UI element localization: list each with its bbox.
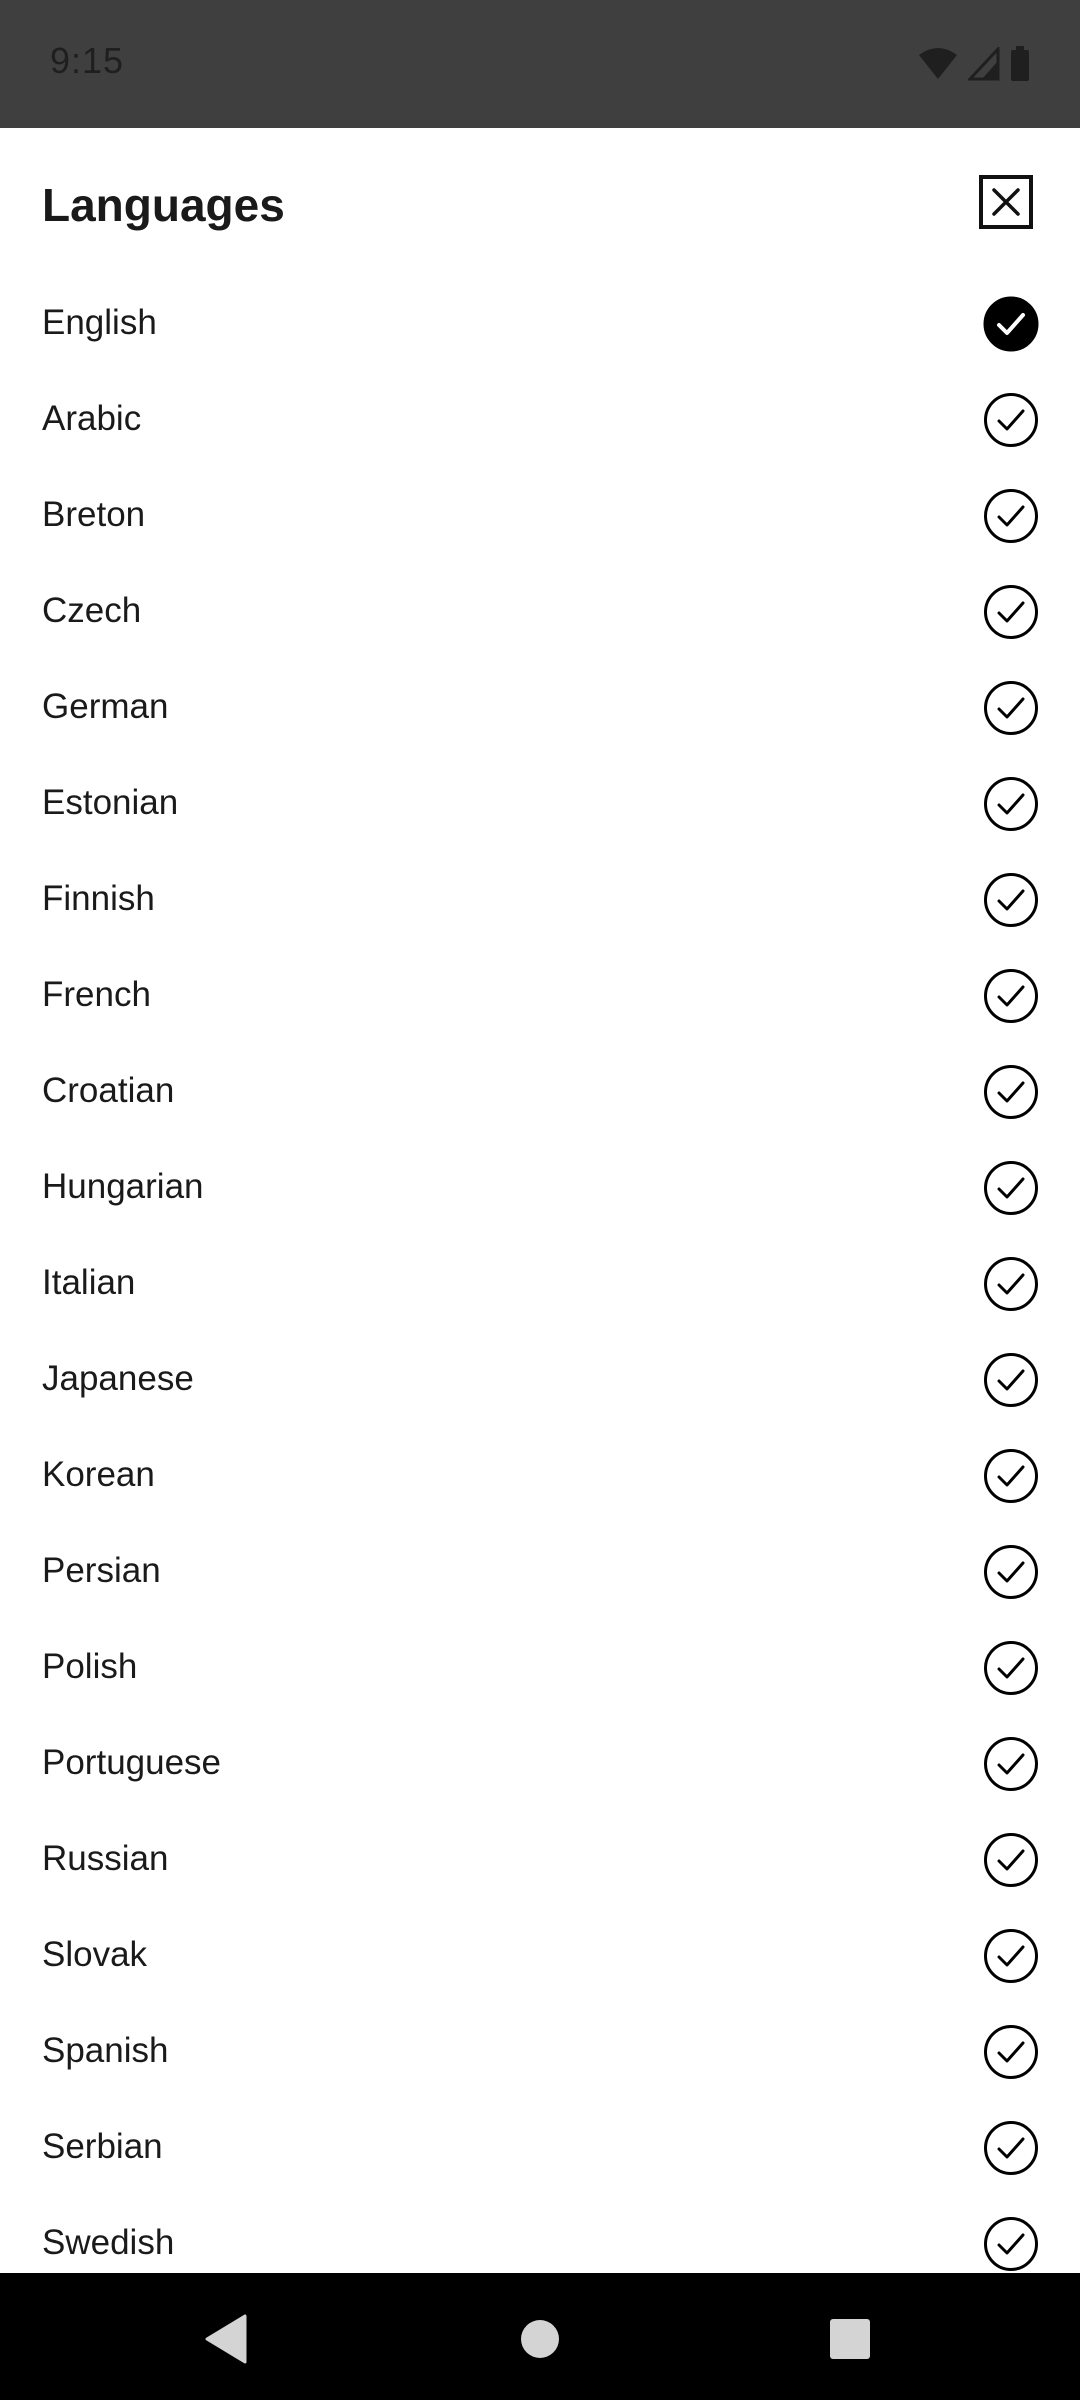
language-row[interactable]: English [0,275,1080,371]
check-circle-filled-icon[interactable] [983,296,1039,352]
check-circle-icon[interactable] [983,1736,1039,1792]
language-label: German [42,687,169,726]
language-row[interactable]: Japanese [0,1331,1080,1427]
check-circle-icon[interactable] [983,968,1039,1024]
language-row[interactable]: French [0,947,1080,1043]
home-icon [521,2320,559,2358]
language-label: Croatian [42,1071,175,1110]
status-bar: 9:15 [0,0,1080,128]
check-circle-icon[interactable] [983,1448,1039,1504]
language-row[interactable]: Spanish [0,2003,1080,2099]
back-button[interactable] [195,2309,255,2369]
language-label: Russian [42,1839,169,1878]
check-circle-icon[interactable] [983,1928,1039,1984]
language-label: Spanish [42,2031,169,2070]
language-label: Serbian [42,2127,163,2166]
language-row[interactable]: Arabic [0,371,1080,467]
home-button[interactable] [510,2309,570,2369]
language-label: Polish [42,1647,138,1686]
check-circle-icon[interactable] [983,1544,1039,1600]
check-circle-icon[interactable] [983,1256,1039,1312]
language-row[interactable]: Slovak [0,1907,1080,2003]
check-circle-icon[interactable] [983,1160,1039,1216]
language-row[interactable]: Estonian [0,755,1080,851]
language-row[interactable]: Russian [0,1811,1080,1907]
language-label: English [42,303,157,342]
language-label: Czech [42,591,142,630]
language-row[interactable]: Czech [0,563,1080,659]
language-row[interactable]: Hungarian [0,1139,1080,1235]
check-circle-icon[interactable] [983,392,1039,448]
navigation-bar [0,2273,1080,2400]
recents-button[interactable] [820,2309,880,2369]
status-time: 9:15 [50,40,125,81]
language-label: French [42,975,151,1014]
language-label: Italian [42,1263,136,1302]
language-label: Slovak [42,1935,148,1974]
check-circle-icon[interactable] [983,584,1039,640]
language-row[interactable]: Breton [0,467,1080,563]
check-circle-icon[interactable] [983,680,1039,736]
language-row[interactable]: Korean [0,1427,1080,1523]
language-label: Estonian [42,783,179,822]
language-label: Portuguese [42,1743,222,1782]
status-icons [918,44,1030,84]
language-list: English Arabic Breton Czech German Estonian Fi… [0,275,1080,2273]
language-row[interactable]: Serbian [0,2099,1080,2195]
language-label: Korean [42,1455,155,1494]
language-row[interactable]: Persian [0,1523,1080,1619]
close-icon [992,188,1020,216]
language-row[interactable]: Finnish [0,851,1080,947]
language-row[interactable]: Portuguese [0,1715,1080,1811]
language-label: Arabic [42,399,142,438]
language-row[interactable]: Swedish [0,2195,1080,2273]
battery-icon [1011,46,1029,81]
signal-icon [968,47,1000,81]
language-row[interactable]: Italian [0,1235,1080,1331]
language-label: Breton [42,495,146,534]
language-row[interactable]: Polish [0,1619,1080,1715]
recents-icon [830,2319,870,2359]
language-label: Swedish [42,2223,175,2262]
language-label: Japanese [42,1359,194,1398]
check-circle-icon[interactable] [983,2216,1039,2272]
language-label: Hungarian [42,1167,204,1206]
check-circle-icon[interactable] [983,1640,1039,1696]
language-label: Persian [42,1551,161,1590]
close-button[interactable] [979,175,1033,229]
languages-sheet: Languages English Arabic Breton Czech German… [0,128,1080,2273]
wifi-icon [919,48,957,79]
sheet-title: Languages [42,179,285,231]
check-circle-icon[interactable] [983,2120,1039,2176]
check-circle-icon[interactable] [983,1832,1039,1888]
back-icon [205,2314,247,2364]
language-row[interactable]: Croatian [0,1043,1080,1139]
check-circle-icon[interactable] [983,1352,1039,1408]
check-circle-icon[interactable] [983,872,1039,928]
check-circle-icon[interactable] [983,2024,1039,2080]
language-label: Finnish [42,879,155,918]
check-circle-icon[interactable] [983,776,1039,832]
check-circle-icon[interactable] [983,1064,1039,1120]
check-circle-icon[interactable] [983,488,1039,544]
language-row[interactable]: German [0,659,1080,755]
